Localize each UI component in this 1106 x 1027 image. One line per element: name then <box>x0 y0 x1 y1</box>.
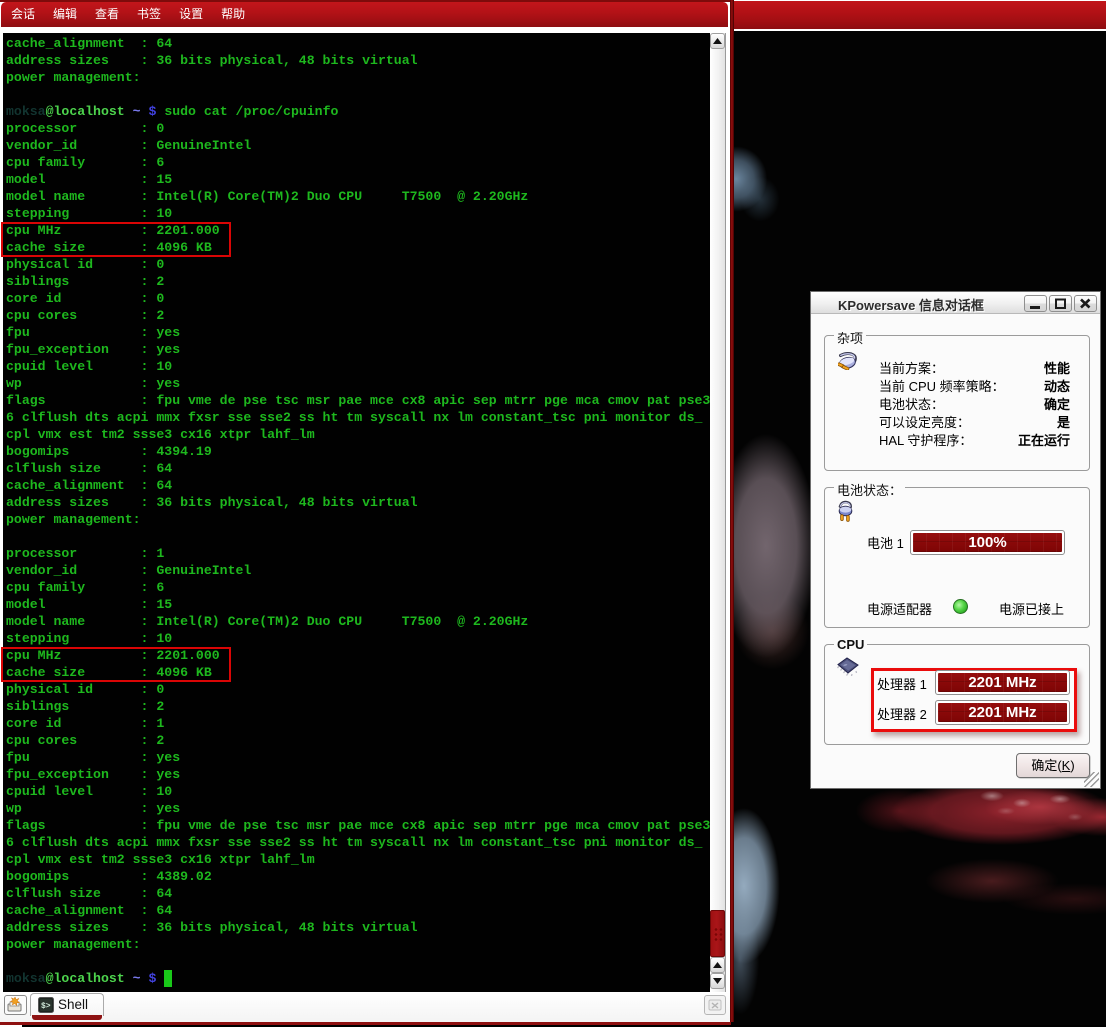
svg-text:$>: $> <box>41 1002 51 1011</box>
